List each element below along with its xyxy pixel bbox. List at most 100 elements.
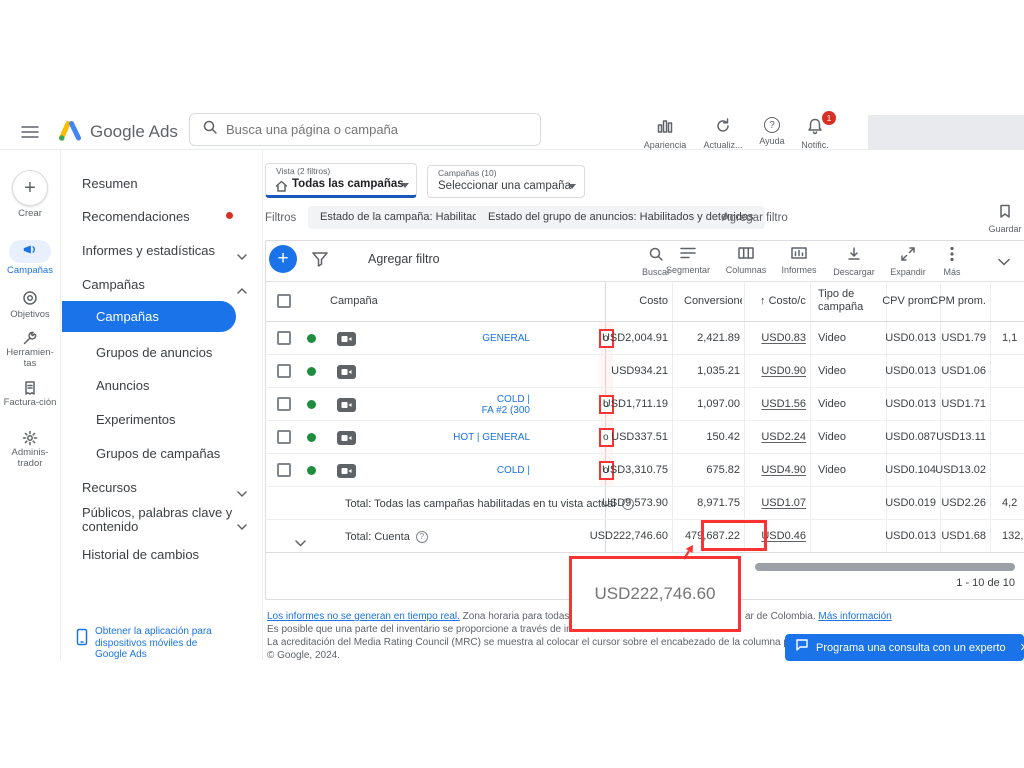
refresh-button[interactable]: Actualiz... [697,117,749,150]
campaign-name-link[interactable]: GENERAL [482,322,530,355]
refresh-icon [714,117,732,137]
clipped-cell: 4,2 [1002,487,1017,520]
columns-button[interactable]: Columnas [720,246,772,275]
clipped-cell: 132, [1002,520,1023,553]
cost-per-conv-cell: USD1.56 [761,388,806,421]
nav-item-experimentos[interactable]: Experimentos [96,412,175,427]
horizontal-scrollbar[interactable] [755,563,1015,571]
cpm-cell: USD13.02 [935,454,986,487]
segment-button[interactable]: Segmentar [662,246,714,275]
chevron-down-icon[interactable] [237,247,247,265]
appearance-button[interactable]: Apariencia [639,117,691,150]
nav-item-resumen[interactable]: Resumen [82,176,138,191]
cost-per-conv-cell: USD4.90 [761,454,806,487]
nav-item-recomendaciones[interactable]: Recomendaciones [82,209,190,224]
add-campaign-button[interactable]: + [269,245,297,273]
info-icon[interactable]: ? [416,531,428,543]
campaign-name-link[interactable]: COLD | [497,454,530,487]
row-checkbox[interactable] [277,364,291,378]
cpv-cell: USD0.104 [885,454,936,487]
create-label: Crear [0,209,60,220]
search-input[interactable] [226,122,516,137]
header-cost[interactable]: Costo [639,281,668,322]
save-view-button[interactable]: Guardar [985,203,1024,234]
global-search-box[interactable] [189,113,541,146]
nav-item-grupos-campanas[interactable]: Grupos de campañas [96,446,220,461]
campaign-name-link[interactable]: HOT | GENERAL [453,421,530,454]
account-cost-per-conv-cell: USD0.46 [761,520,806,553]
filters-label: Filtros [265,212,296,224]
filter-funnel-icon[interactable] [311,251,329,272]
more-button[interactable]: Más [926,246,978,277]
row-checkbox[interactable] [277,397,291,411]
filter-chip-campaign-state[interactable]: Estado de la campaña: Habilitadas [308,206,502,229]
chevron-up-icon[interactable] [237,281,247,299]
conversions-cell: 1,097.00 [697,388,740,421]
cost-per-conv-cell: USD0.83 [761,322,806,355]
table-row[interactable]: COLD | o USD3,310.75 675.82 USD4.90 Vide… [265,454,1024,487]
recommendations-alert-dot [226,212,233,219]
header-cost-per-conv[interactable]: ↑ Costo/c [760,281,806,322]
close-icon[interactable]: ✕ [1020,641,1024,654]
search-icon [202,119,218,140]
nav-item-informes[interactable]: Informes y estadísticas [82,243,215,258]
add-filter-link[interactable]: Agregar filtro [722,212,788,224]
campaign-type-cell: Video [818,421,846,454]
create-button[interactable]: + [12,170,48,206]
header-campaign[interactable]: Campaña [330,281,378,322]
status-enabled-dot [307,466,316,475]
footer-realtime-link[interactable]: Los informes no se generan en tiempo rea… [267,611,460,622]
chevron-down-icon[interactable] [237,517,247,535]
table-row[interactable]: COLD |FA #2 (300 o USD1,711.19 1,097.00 … [265,388,1024,421]
conversions-cell: 675.82 [706,454,740,487]
footer-more-info-link[interactable]: Más información [818,611,891,622]
cpv-cell: USD0.087 [885,421,936,454]
nav-item-campanas-parent[interactable]: Campañas [82,277,145,292]
app-promo-link[interactable]: Obtener la aplicación para dispositivos … [95,626,223,661]
table-row[interactable]: USD934.21 1,035.21 USD0.90 Video USD0.01… [265,355,1024,388]
nav-item-anuncios[interactable]: Anuncios [96,378,149,393]
campaign-selector[interactable]: Campañas (10) Seleccionar una campaña [427,165,585,198]
topbar: Google Ads Apariencia Actualiz... ? Ayud… [0,115,1024,150]
row-checkbox[interactable] [277,331,291,345]
row-checkbox[interactable] [277,463,291,477]
chevron-down-icon[interactable] [295,534,306,552]
header-campaign-type[interactable]: Tipo de campaña [818,288,873,314]
cpv-cell: USD0.013 [885,355,936,388]
table-row[interactable]: GENERAL o USD2,004.91 2,421.89 USD0.83 V… [265,322,1024,355]
help-icon: ? [764,117,780,133]
toolbar-add-filter[interactable]: Agregar filtro [368,252,440,266]
expert-consult-button[interactable]: Programa una consulta con un experto ✕ [785,634,1024,661]
cost-per-conv-cell: USD2.24 [761,421,806,454]
hamburger-menu-icon[interactable] [21,125,39,144]
campaign-type-cell: Video [818,454,846,487]
report-chart-icon [790,246,808,262]
rail-item-goals[interactable] [0,290,60,311]
nav-item-historial[interactable]: Historial de cambios [82,547,199,562]
nav-item-grupos-anuncios[interactable]: Grupos de anuncios [96,345,212,360]
columns-icon [737,246,755,262]
nav-item-publicos[interactable]: Públicos, palabras clave y contenido [82,506,247,534]
chevron-down-icon[interactable] [237,484,247,502]
header-cpv[interactable]: CPV prom. [882,281,936,322]
collapse-toolbar-chevron-icon[interactable] [997,253,1011,271]
view-selector[interactable]: Vista (2 filtros) Todas las campañas [265,163,417,198]
row-checkbox[interactable] [277,430,291,444]
cpm-cell: USD13.11 [936,421,986,454]
total-cost-per-conv-cell: USD1.07 [761,487,806,520]
nav-item-recursos[interactable]: Recursos [82,480,137,495]
table-row[interactable]: HOT | GENERAL o USD337.51 150.42 USD2.24… [265,421,1024,454]
reports-button[interactable]: Informes [773,246,825,275]
bookmark-save-icon [997,203,1013,221]
cost-per-conv-cell: USD0.90 [761,355,806,388]
clipped-cell: 1,1 [1002,322,1017,355]
rail-item-campaigns[interactable] [9,240,51,263]
select-all-checkbox[interactable] [277,294,291,308]
status-enabled-dot [307,367,316,376]
header-cpm[interactable]: CPM prom. [930,281,986,322]
campaign-name-link[interactable]: COLD |FA #2 (300 [482,388,530,421]
download-button[interactable]: Descargar [828,246,880,277]
header-conversions[interactable]: Conversione [684,281,742,322]
nav-item-campanas-selected[interactable]: Campañas [62,301,236,332]
chat-icon [795,638,809,657]
